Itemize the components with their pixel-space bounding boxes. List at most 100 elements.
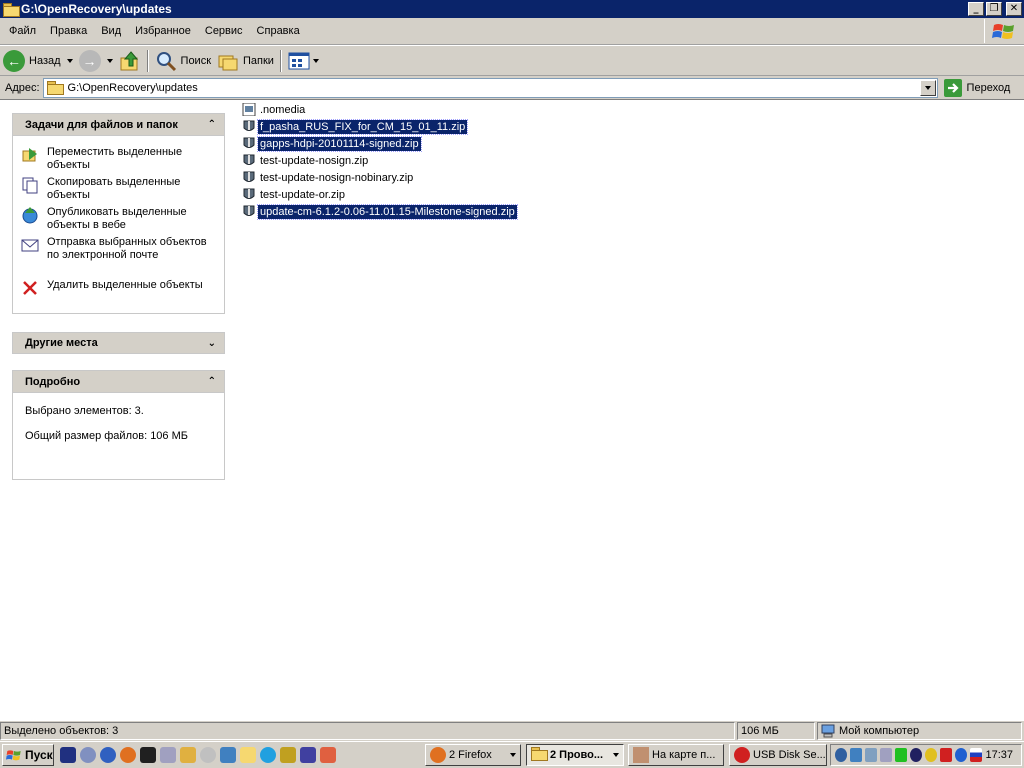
address-bar: Адрес: G:\OpenRecovery\updates Переход (0, 76, 1024, 100)
status-location: Мой компьютер (817, 722, 1022, 740)
details-header[interactable]: Подробно ⌃ (13, 371, 224, 393)
file-list[interactable]: .nomedia f_pasha_RUS_FIX_for_CM_15_01_11… (236, 100, 1024, 720)
menu-favorites[interactable]: Избранное (128, 25, 198, 37)
chevron-down-icon[interactable] (312, 58, 319, 63)
search-button[interactable]: Поиск (152, 48, 214, 74)
window-title: G:\OpenRecovery\updates (21, 2, 172, 16)
address-dropdown-button[interactable] (919, 79, 936, 96)
bluetooth-icon[interactable] (955, 748, 968, 762)
taskbar-button-label: 2 Firefox (449, 749, 492, 761)
collapse-icon[interactable]: ⌃ (208, 376, 216, 387)
taskbar: Пуск 2 Firefox 2 Прово... На карте п... … (0, 741, 1024, 768)
tray-icon[interactable] (880, 748, 893, 762)
other-places-header[interactable]: Другие места ⌄ (12, 332, 225, 354)
app-icon[interactable] (140, 747, 156, 763)
tray-icon[interactable] (835, 748, 848, 762)
task-delete[interactable]: Удалить выделенные объекты (13, 275, 224, 305)
folders-button[interactable]: Папки (214, 48, 277, 74)
task-move[interactable]: Переместить выделенные объекты (13, 142, 224, 172)
menu-edit[interactable]: Правка (43, 25, 94, 37)
info-icon[interactable] (100, 747, 116, 763)
app-icon[interactable] (280, 747, 296, 763)
zip-icon (243, 188, 255, 199)
file-item[interactable]: test-update-nosign.zip (242, 153, 370, 168)
app-icon[interactable] (320, 747, 336, 763)
address-input[interactable]: G:\OpenRecovery\updates (42, 77, 938, 98)
tray-icon[interactable] (910, 748, 923, 762)
file-item[interactable]: update-cm-6.1.2-0.06-11.01.15-Milestone-… (242, 203, 518, 220)
email-icon (21, 239, 39, 252)
task-copy-label: Скопировать выделенные объекты (47, 176, 181, 201)
other-places-title: Другие места (25, 337, 98, 349)
forward-button[interactable]: → (76, 48, 116, 74)
task-pane: Задачи для файлов и папок ⌃ Переместить … (0, 100, 236, 720)
media-icon[interactable] (200, 747, 216, 763)
taskbar-button-explorer[interactable]: 2 Прово... (526, 744, 624, 766)
expand-icon[interactable]: ⌄ (208, 338, 216, 349)
tray-icon[interactable] (895, 748, 908, 762)
status-size: 106 МБ (737, 722, 815, 740)
up-folder-button[interactable] (116, 48, 144, 74)
tray-icon[interactable] (850, 748, 863, 762)
quick-launch-icon[interactable] (80, 747, 96, 763)
task-publish-label: Опубликовать выделенные объекты в вебе (47, 206, 187, 231)
file-item[interactable]: .nomedia (242, 102, 307, 117)
task-move-label: Переместить выделенные объекты (47, 146, 183, 171)
move-icon (22, 148, 37, 162)
file-name: f_pasha_RUS_FIX_for_CM_15_01_11.zip (256, 118, 469, 135)
go-button[interactable]: Переход (943, 78, 1010, 97)
collapse-icon[interactable]: ⌃ (208, 119, 216, 130)
file-tasks-panel: Задачи для файлов и папок ⌃ Переместить … (12, 113, 225, 314)
folder-icon[interactable] (240, 747, 256, 763)
firefox-icon[interactable] (120, 747, 136, 763)
start-button[interactable]: Пуск (2, 744, 54, 766)
tray-icon[interactable] (925, 748, 938, 762)
details-title: Подробно (25, 375, 81, 388)
other-places-panel: Другие места ⌄ (12, 332, 225, 354)
go-arrow-icon (943, 78, 962, 97)
title-bar[interactable]: G:\OpenRecovery\updates _ ❐ ✕ (0, 0, 1024, 18)
task-copy[interactable]: Скопировать выделенные объекты (13, 172, 224, 202)
file-name: test-update-or.zip (260, 188, 345, 201)
views-button[interactable] (285, 48, 322, 74)
task-email-label: Отправка выбранных объектов по электронн… (47, 236, 207, 261)
folder-icon (3, 2, 20, 17)
menu-help[interactable]: Справка (250, 25, 307, 37)
chevron-down-icon[interactable] (66, 58, 73, 63)
taskbar-button-label: 2 Прово... (550, 749, 604, 761)
back-button[interactable]: ← Назад (0, 48, 76, 74)
taskbar-button-map[interactable]: На карте п... (628, 744, 724, 766)
zip-icon (243, 120, 255, 131)
app-icon[interactable] (160, 747, 176, 763)
save-icon[interactable] (300, 747, 316, 763)
app-icon[interactable] (220, 747, 236, 763)
app-icon[interactable] (180, 747, 196, 763)
file-tasks-header[interactable]: Задачи для файлов и папок ⌃ (13, 114, 224, 136)
menu-file[interactable]: Файл (2, 25, 43, 37)
file-item[interactable]: f_pasha_RUS_FIX_for_CM_15_01_11.zip (242, 118, 469, 135)
views-icon (288, 52, 310, 69)
zip-icon (243, 137, 255, 148)
task-email[interactable]: Отправка выбранных объектов по электронн… (13, 232, 224, 275)
file-item[interactable]: test-update-or.zip (242, 187, 347, 202)
start-label: Пуск (25, 748, 53, 762)
taskbar-button-firefox[interactable]: 2 Firefox (425, 744, 521, 766)
show-desktop-icon[interactable] (60, 747, 76, 763)
chevron-down-icon[interactable] (106, 58, 113, 63)
skype-icon[interactable] (260, 747, 276, 763)
safely-remove-icon[interactable] (940, 748, 953, 762)
maximize-button[interactable]: ❐ (986, 2, 1002, 16)
task-publish[interactable]: Опубликовать выделенные объекты в вебе (13, 202, 224, 232)
language-icon[interactable] (970, 748, 983, 762)
network-icon[interactable] (865, 748, 878, 762)
file-item[interactable]: test-update-nosign-nobinary.zip (242, 170, 415, 185)
publish-web-icon (22, 207, 38, 224)
menu-tools[interactable]: Сервис (198, 25, 250, 37)
minimize-button[interactable]: _ (968, 2, 984, 16)
menu-view[interactable]: Вид (94, 25, 128, 37)
clock[interactable]: 17:37 (985, 749, 1013, 761)
file-item[interactable]: gapps-hdpi-20101114-signed.zip (242, 135, 422, 152)
folder-icon (531, 747, 548, 763)
close-button[interactable]: ✕ (1006, 2, 1022, 16)
taskbar-button-usb-disk[interactable]: USB Disk Se... (729, 744, 827, 766)
